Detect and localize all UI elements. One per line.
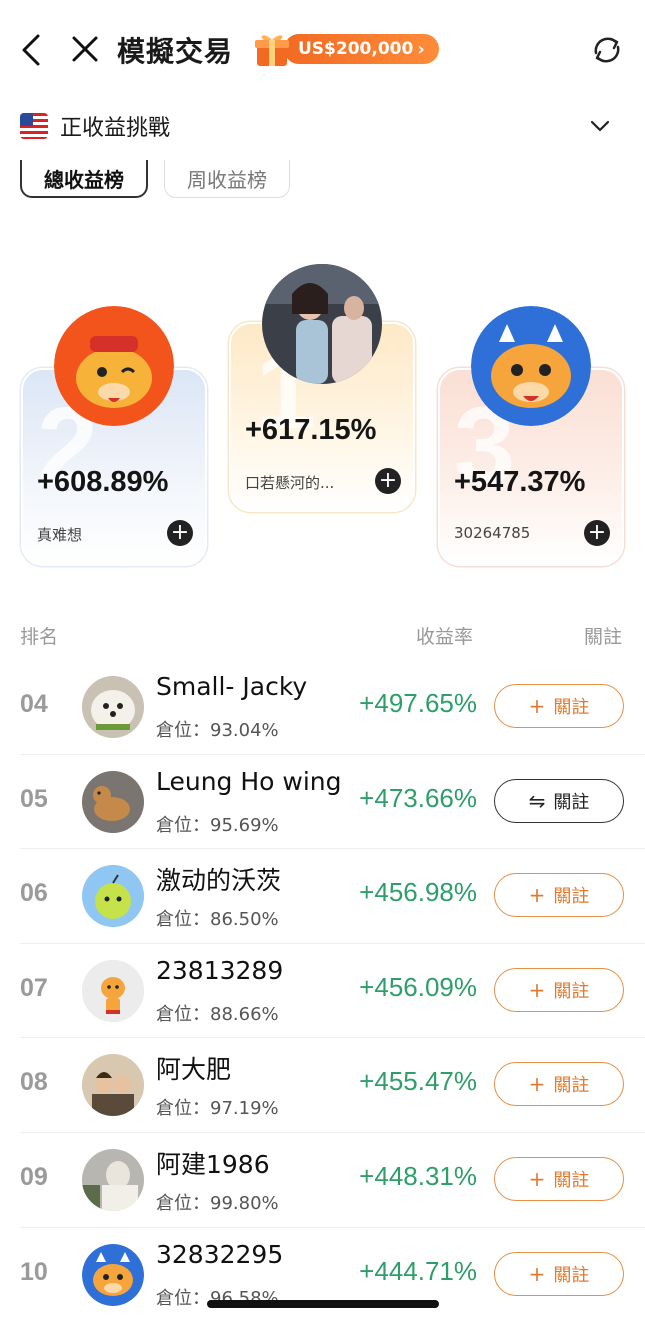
return-rate: +456.09%: [359, 971, 477, 1002]
tab-total-return[interactable]: 總收益榜: [20, 160, 148, 198]
follow-button[interactable]: + 關註: [494, 1251, 624, 1296]
avatar[interactable]: [82, 959, 144, 1022]
avatar[interactable]: [262, 264, 382, 384]
list-item[interactable]: 08 阿大肥 倉位：97.19% +455.47% + 關註: [20, 1038, 645, 1133]
list-item[interactable]: 07 23813289 倉位：88.66% +456.09% + 關註: [20, 944, 645, 1039]
avatar[interactable]: [54, 306, 174, 426]
follow-button[interactable]: + 關註: [494, 967, 624, 1012]
avatar[interactable]: [82, 676, 144, 738]
position-text: 倉位：88.66%: [156, 1003, 279, 1025]
position-text: 倉位：86.50%: [156, 909, 279, 931]
return-rate: +455.47%: [359, 1066, 477, 1097]
us-flag-icon: [20, 113, 48, 139]
plus-icon: +: [528, 1261, 546, 1286]
mutual-follow-button[interactable]: ⇋ 關註: [494, 778, 624, 823]
swap-icon: ⇋: [528, 788, 546, 813]
avatar[interactable]: [82, 1243, 144, 1306]
back-arrow-icon[interactable]: [18, 32, 46, 68]
avatar[interactable]: [82, 1148, 144, 1211]
avatar[interactable]: [82, 1054, 144, 1117]
follow-button[interactable]: + 關註: [494, 684, 624, 728]
ranking-list: 04 Small- Jacky 倉位：93.04% +497.65% + 關註 0…: [20, 660, 645, 1320]
podium-username: 口若懸河的...: [245, 474, 335, 492]
rank-number: 04: [20, 690, 48, 718]
gift-icon: [255, 35, 289, 66]
challenge-label: 正收益挑戰: [60, 116, 171, 141]
podium-username: 真难想: [37, 526, 83, 544]
chevron-down-icon[interactable]: [588, 114, 612, 138]
page-title: 模擬交易: [117, 35, 234, 68]
follow-button[interactable]: + 關註: [494, 1062, 624, 1107]
col-follow: 關註: [584, 626, 623, 648]
podium-username: 30264785: [454, 524, 531, 542]
plus-icon: +: [528, 1166, 546, 1191]
add-follow-button[interactable]: +: [167, 520, 193, 546]
position-text: 倉位：99.80%: [156, 1192, 279, 1214]
promo-amount: US$200,000: [298, 39, 414, 59]
rank-number: 08: [20, 1068, 48, 1097]
username: 23813289: [156, 955, 284, 985]
username: 阿大肥: [156, 1055, 232, 1085]
avatar[interactable]: [82, 865, 144, 928]
plus-icon: +: [528, 694, 546, 718]
col-return: 收益率: [416, 626, 474, 648]
refresh-icon[interactable]: [590, 33, 624, 67]
username: 激动的沃茨: [156, 866, 282, 896]
return-rate: +497.65%: [359, 688, 477, 718]
plus-icon: +: [528, 1072, 546, 1097]
return-rate: +456.98%: [359, 877, 477, 908]
position-text: 倉位：97.19%: [156, 1098, 279, 1120]
avatar[interactable]: [82, 770, 144, 833]
leaderboard-tabs: 總收益榜 周收益榜: [20, 160, 290, 198]
home-indicator: [207, 1300, 439, 1308]
top-nav-bar: 模擬交易 US$200,000 ›: [0, 0, 645, 100]
close-icon[interactable]: [70, 34, 100, 64]
plus-icon: +: [528, 977, 546, 1002]
promo-banner-button[interactable]: US$200,000 ›: [254, 30, 439, 68]
return-rate: +448.31%: [359, 1160, 477, 1191]
col-rank: 排名: [20, 626, 59, 648]
follow-button[interactable]: + 關註: [494, 1156, 624, 1201]
chevron-right-icon: ›: [417, 38, 425, 60]
podium: 2 +608.89% 真难想 + 1 +617.15% 口若懸河的... + 3…: [0, 250, 645, 580]
rank-number: 10: [20, 1257, 48, 1286]
add-follow-button[interactable]: +: [584, 520, 610, 546]
rank-number: 05: [20, 784, 48, 813]
challenge-selector[interactable]: 正收益挑戰: [20, 108, 620, 144]
podium-return: +617.15%: [245, 414, 377, 446]
podium-return: +547.37%: [454, 466, 586, 498]
follow-button[interactable]: + 關註: [494, 873, 624, 918]
rank-number: 07: [20, 973, 48, 1002]
return-rate: +444.71%: [359, 1255, 477, 1286]
list-header: 排名 收益率 關註: [20, 622, 625, 648]
tab-weekly-return[interactable]: 周收益榜: [164, 160, 290, 198]
list-item[interactable]: 06 激动的沃茨 倉位：86.50% +456.98% + 關註: [20, 849, 645, 944]
position-text: 倉位：95.69%: [156, 814, 279, 836]
list-item[interactable]: 05 Leung Ho wing 倉位：95.69% +473.66% ⇋ 關註: [20, 755, 645, 850]
username: 阿建1986: [156, 1149, 270, 1179]
plus-icon: +: [528, 883, 546, 908]
position-text: 倉位：93.04%: [156, 720, 279, 741]
podium-return: +608.89%: [37, 466, 169, 498]
username: 32832295: [156, 1239, 284, 1269]
username: Leung Ho wing: [156, 766, 342, 796]
username: Small- Jacky: [156, 672, 308, 701]
avatar[interactable]: [471, 306, 591, 426]
promo-pill: US$200,000 ›: [284, 34, 439, 64]
list-item[interactable]: 09 阿建1986 倉位：99.80% +448.31% + 關註: [20, 1133, 645, 1228]
add-follow-button[interactable]: +: [375, 468, 401, 494]
list-item[interactable]: 04 Small- Jacky 倉位：93.04% +497.65% + 關註: [20, 660, 645, 755]
return-rate: +473.66%: [359, 782, 477, 813]
rank-number: 06: [20, 879, 48, 908]
rank-number: 09: [20, 1162, 48, 1191]
